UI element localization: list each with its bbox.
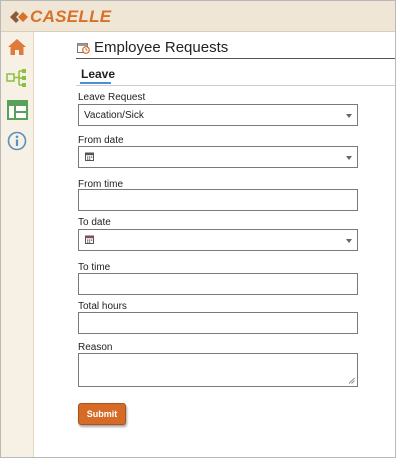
caselle-logo[interactable]: CASELLE xyxy=(10,7,111,27)
sidebar xyxy=(1,32,34,457)
sidebar-item-layout[interactable] xyxy=(6,99,28,121)
to-date-label: To date xyxy=(78,217,111,228)
resize-handle-icon[interactable] xyxy=(348,377,355,384)
sidebar-item-hierarchy[interactable] xyxy=(6,67,28,89)
info-icon xyxy=(7,131,27,151)
reason-label: Reason xyxy=(78,342,113,353)
layout-icon xyxy=(6,100,28,120)
tab-leave[interactable]: Leave xyxy=(81,67,115,81)
calendar-icon[interactable] xyxy=(85,235,94,244)
from-date-label: From date xyxy=(78,135,124,146)
reason-textarea[interactable] xyxy=(78,353,358,387)
tab-divider xyxy=(76,85,395,86)
chevron-down-icon[interactable] xyxy=(346,239,352,243)
to-time-input[interactable] xyxy=(78,273,358,295)
caselle-logo-icon xyxy=(10,11,28,23)
header-divider xyxy=(76,58,395,59)
sidebar-item-info[interactable] xyxy=(6,130,28,152)
top-bar: CASELLE xyxy=(1,1,395,32)
main-content: Employee Requests Leave Leave Request Va… xyxy=(34,32,395,457)
home-icon xyxy=(8,39,26,55)
page-title: Employee Requests xyxy=(94,38,229,56)
page-header: Employee Requests xyxy=(77,38,228,56)
to-time-label: To time xyxy=(78,262,111,273)
active-tab-indicator xyxy=(80,82,111,84)
sidebar-item-home[interactable] xyxy=(6,36,28,58)
leave-request-select[interactable]: Vacation/Sick xyxy=(78,104,358,126)
hierarchy-icon xyxy=(6,69,26,87)
from-time-input[interactable] xyxy=(78,189,358,211)
app-window: CASELLE Employee Requests Leave Leave Re… xyxy=(0,0,396,458)
submit-button[interactable]: Submit xyxy=(78,403,126,425)
from-date-picker[interactable] xyxy=(78,146,358,168)
total-hours-label: Total hours xyxy=(78,301,127,312)
to-date-picker[interactable] xyxy=(78,229,358,251)
total-hours-input[interactable] xyxy=(78,312,358,334)
chevron-down-icon[interactable] xyxy=(346,156,352,160)
calendar-icon[interactable] xyxy=(85,152,94,161)
leave-request-label: Leave Request xyxy=(78,92,146,103)
brand-name: CASELLE xyxy=(30,7,112,26)
leave-request-value: Vacation/Sick xyxy=(84,110,144,121)
request-form-icon xyxy=(77,42,90,54)
chevron-down-icon[interactable] xyxy=(346,114,352,118)
